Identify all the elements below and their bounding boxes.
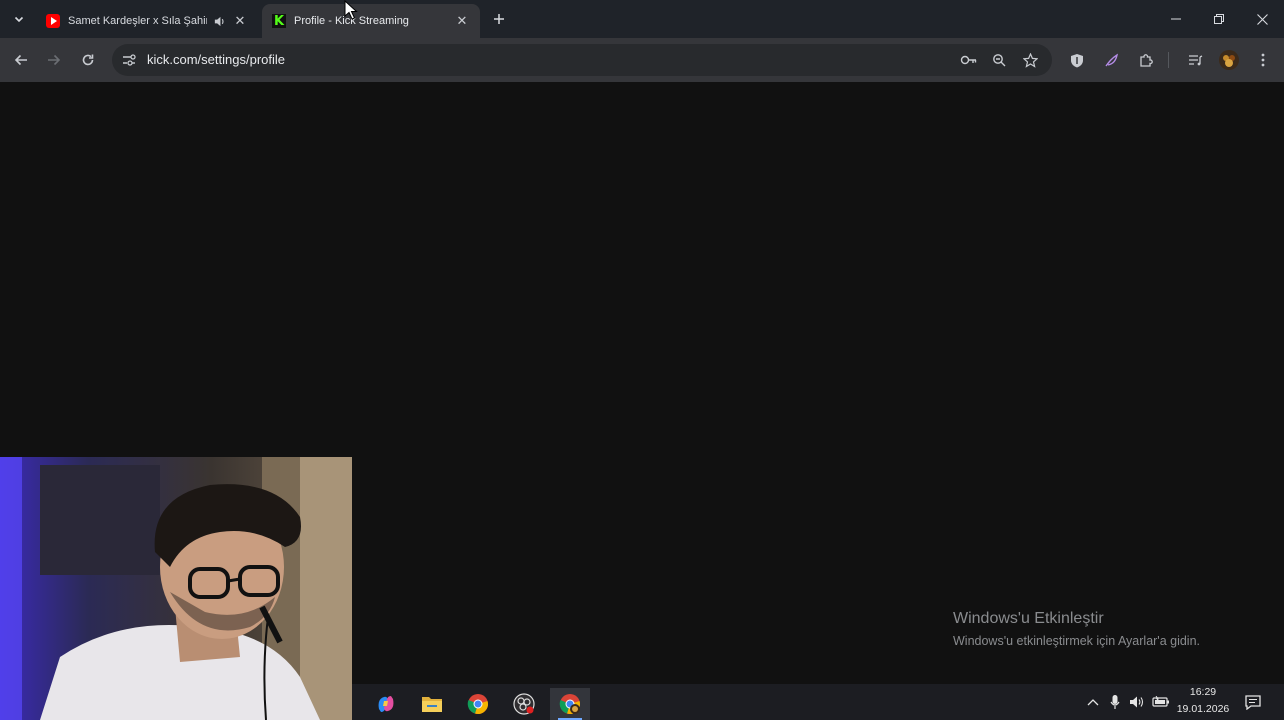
address-bar[interactable]: kick.com/settings/profile: [112, 44, 1052, 76]
copilot-icon[interactable]: [366, 688, 406, 720]
speaker-icon[interactable]: [213, 15, 226, 28]
minimize-button[interactable]: [1163, 6, 1189, 32]
extensions-puzzle-icon[interactable]: [1133, 47, 1159, 73]
activation-watermark-title: Windows'u Etkinleştir: [953, 610, 1104, 627]
arrow-left-icon: [14, 54, 27, 66]
menu-kebab-icon[interactable]: [1250, 47, 1276, 73]
reload-icon: [82, 54, 94, 66]
clock-date[interactable]: 19.01.2026: [1173, 703, 1233, 715]
tab-youtube[interactable]: Samet Kardeşler x Sıla Şahin ✕: [36, 4, 258, 38]
battery-icon[interactable]: [1151, 692, 1171, 712]
feather-extension-icon[interactable]: [1098, 47, 1124, 73]
close-tab-icon[interactable]: ✕: [454, 13, 470, 29]
activation-watermark-subtitle: Windows'u etkinleştirmek için Ayarlar'a …: [953, 634, 1201, 648]
bookmark-star-icon[interactable]: [1020, 50, 1040, 70]
obs-icon[interactable]: [504, 688, 544, 720]
browser-toolbar: kick.com/settings/profile: [0, 38, 1284, 82]
restore-icon: [1214, 14, 1224, 24]
volume-icon[interactable]: [1127, 692, 1147, 712]
minimize-icon: [1171, 18, 1181, 20]
password-key-icon[interactable]: [959, 50, 979, 70]
close-icon: [1256, 13, 1268, 25]
forward-button[interactable]: [41, 47, 67, 73]
new-tab-button[interactable]: [488, 8, 510, 30]
url-text[interactable]: kick.com/settings/profile: [147, 52, 285, 67]
chrome-icon[interactable]: [458, 688, 498, 720]
restore-button[interactable]: [1206, 6, 1232, 32]
toolbar-divider: [1168, 52, 1169, 68]
chrome-profile-icon[interactable]: [550, 688, 590, 720]
plus-icon: [494, 14, 504, 24]
tray-chevron-up-icon[interactable]: [1083, 692, 1103, 712]
kick-icon: K: [272, 13, 286, 29]
chevron-down-icon: [14, 16, 24, 23]
youtube-icon: [46, 14, 60, 28]
close-tab-icon[interactable]: ✕: [232, 13, 248, 29]
tab-kick[interactable]: K Profile - Kick Streaming ✕: [262, 4, 480, 38]
clock-time[interactable]: 16:29: [1178, 686, 1228, 698]
site-info-icon[interactable]: [120, 51, 138, 69]
mouse-cursor-icon: [344, 0, 358, 20]
arrow-right-icon: [48, 54, 61, 66]
screen: Samet Kardeşler x Sıla Şahin ✕ K Profile…: [0, 0, 1284, 720]
webcam-overlay: [0, 457, 352, 720]
tab-title: Profile - Kick Streaming: [294, 15, 409, 27]
back-button[interactable]: [8, 47, 34, 73]
tab-search-button[interactable]: [8, 8, 30, 30]
tab-strip: Samet Kardeşler x Sıla Şahin ✕ K Profile…: [0, 0, 1284, 38]
notifications-icon[interactable]: [1243, 692, 1263, 712]
shield-extension-icon[interactable]: [1064, 47, 1090, 73]
zoom-icon[interactable]: [989, 50, 1009, 70]
tab-title: Samet Kardeşler x Sıla Şahin: [68, 15, 207, 27]
profile-avatar[interactable]: [1216, 47, 1242, 73]
media-control-icon[interactable]: [1182, 47, 1208, 73]
microphone-icon[interactable]: [1105, 692, 1125, 712]
reload-button[interactable]: [75, 47, 101, 73]
close-window-button[interactable]: [1249, 6, 1275, 32]
file-explorer-icon[interactable]: [412, 688, 452, 720]
webcam-person-image: [0, 457, 352, 720]
